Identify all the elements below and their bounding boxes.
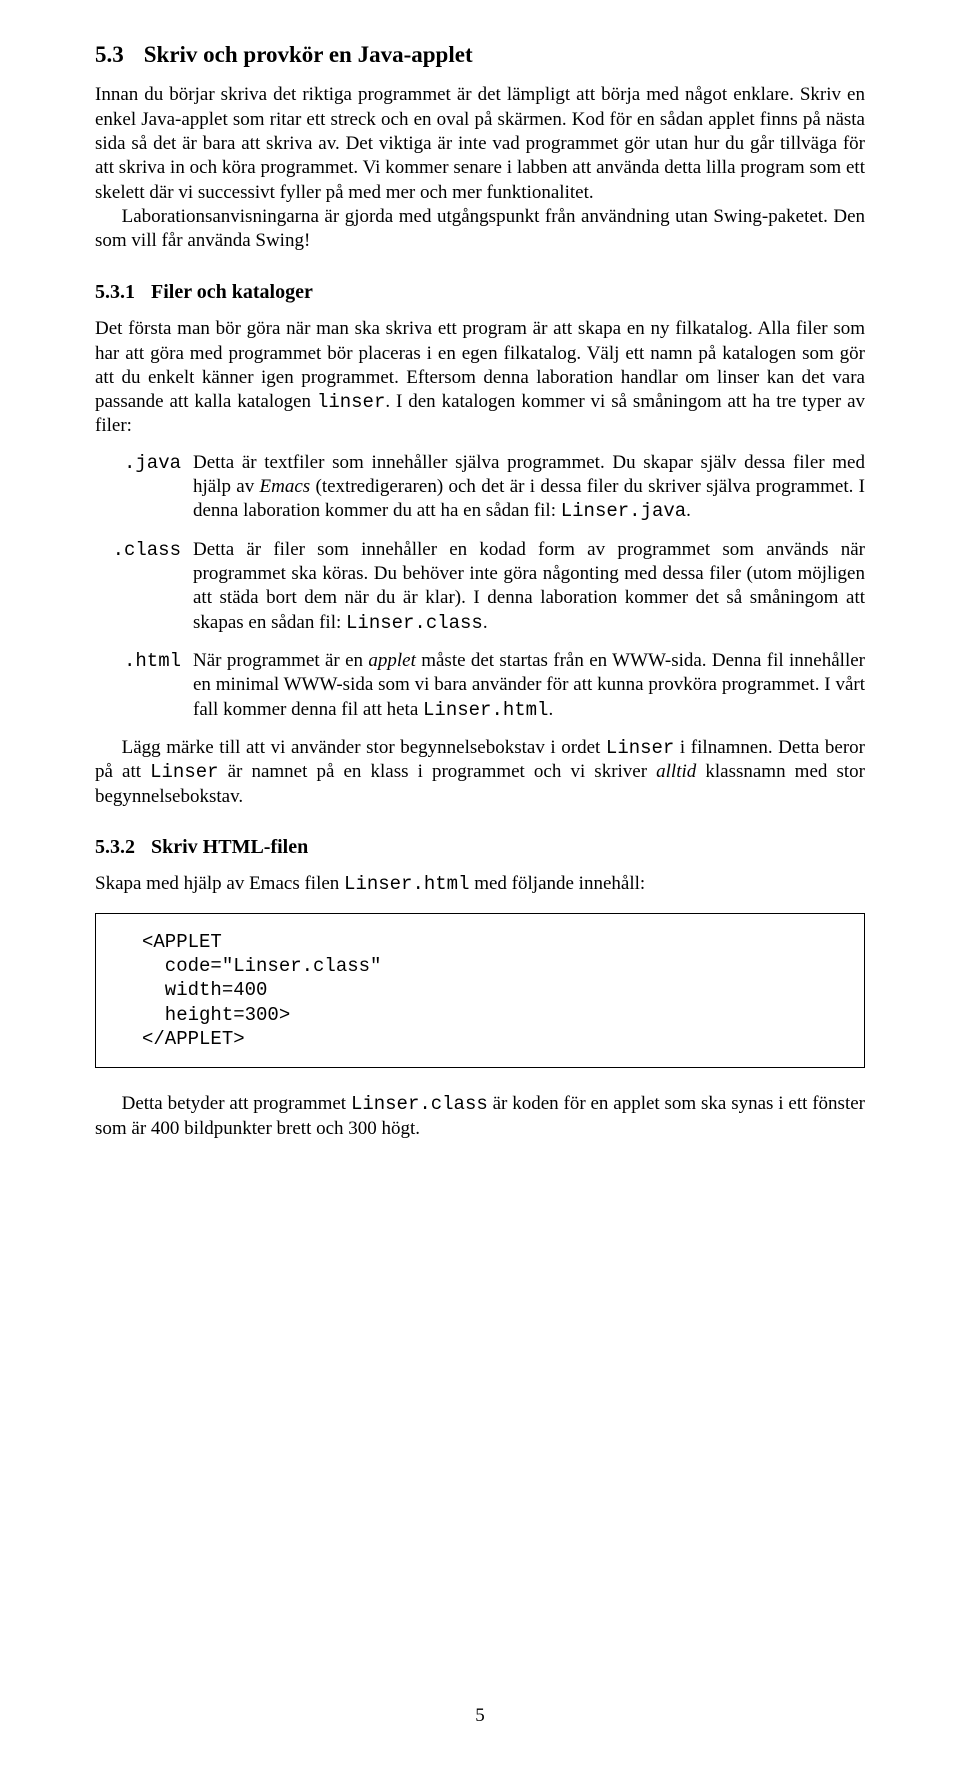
heading-number: 5.3.1 [95, 281, 135, 303]
definition: Detta är textfiler som innehåller själva… [193, 451, 865, 524]
text-run: med följande innehåll: [469, 873, 645, 894]
definition: När programmet är en applet måste det st… [193, 649, 865, 722]
term-html: .html [95, 649, 193, 722]
heading-number: 5.3.2 [95, 836, 135, 858]
heading-5-3: 5.3 Skriv och provkör en Java-applet [95, 40, 865, 69]
heading-5-3-1: 5.3.1 Filer och kataloger [95, 280, 865, 306]
text-run: Lägg märke till att vi använder stor beg… [122, 737, 606, 758]
code-inline: Linser.class [346, 612, 483, 634]
code-inline: Linser.class [351, 1093, 488, 1115]
text-run: Detta betyder att programmet [122, 1093, 351, 1114]
heading-text: Filer och kataloger [151, 281, 313, 303]
emphasis: Emacs [260, 476, 311, 497]
paragraph: Det första man bör göra när man ska skri… [95, 317, 865, 439]
paragraph: Innan du börjar skriva det riktiga progr… [95, 83, 865, 205]
list-item: .html När programmet är en applet måste … [95, 649, 865, 722]
page-number: 5 [0, 1704, 960, 1728]
text-run: När programmet är en [193, 650, 368, 671]
paragraph: Laborationsanvisningarna är gjorda med u… [95, 205, 865, 254]
list-item: .java Detta är textfiler som innehåller … [95, 451, 865, 524]
list-item: .class Detta är filer som innehåller en … [95, 538, 865, 635]
definition-list: .java Detta är textfiler som innehåller … [95, 451, 865, 722]
code-inline: Linser.java [561, 500, 686, 522]
paragraph: Detta betyder att programmet Linser.clas… [95, 1092, 865, 1141]
code-inline: Linser [606, 737, 674, 759]
paragraph: Lägg märke till att vi använder stor beg… [95, 736, 865, 809]
term-class: .class [95, 538, 193, 635]
text-run: är namnet på en klass i programmet och v… [219, 761, 657, 782]
emphasis: alltid [656, 761, 696, 782]
paragraph: Skapa med hjälp av Emacs filen Linser.ht… [95, 872, 865, 896]
text-run: . [686, 500, 691, 521]
definition: Detta är filer som innehåller en kodad f… [193, 538, 865, 635]
text-run: Detta är filer som innehåller en kodad f… [193, 539, 865, 633]
text-run: . [483, 612, 488, 633]
term-java: .java [95, 451, 193, 524]
code-inline: Linser.html [344, 873, 469, 895]
code-inline: linser [317, 391, 385, 413]
heading-5-3-2: 5.3.2 Skriv HTML-filen [95, 835, 865, 861]
text-run: Skapa med hjälp av Emacs filen [95, 873, 344, 894]
text-run: . [548, 699, 553, 720]
emphasis: applet [368, 650, 416, 671]
heading-text: Skriv och provkör en Java-applet [144, 42, 473, 67]
code-inline: Linser.html [423, 699, 548, 721]
code-block: <APPLET code="Linser.class" width=400 he… [95, 913, 865, 1069]
page: 5.3 Skriv och provkör en Java-applet Inna… [0, 0, 960, 1792]
heading-text: Skriv HTML-filen [151, 836, 308, 858]
heading-number: 5.3 [95, 42, 124, 67]
code-inline: Linser [150, 761, 218, 783]
